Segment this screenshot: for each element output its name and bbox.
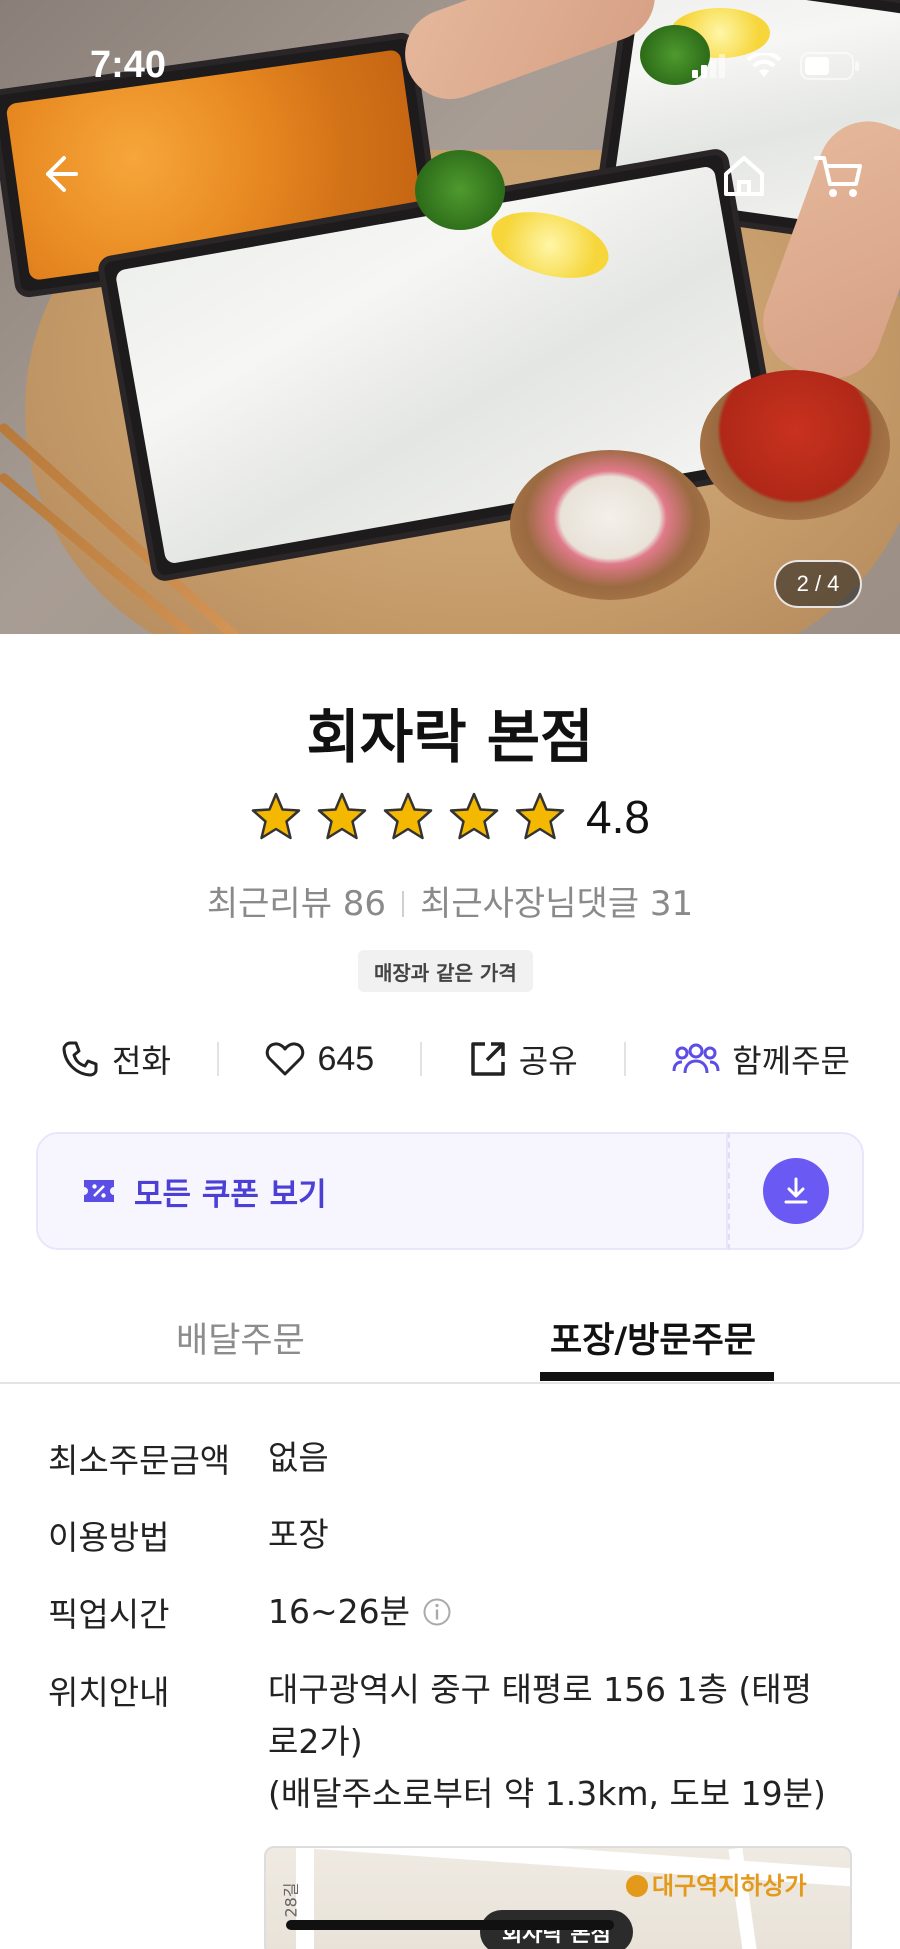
cart-icon[interactable]	[814, 152, 864, 200]
phone-icon	[62, 1041, 98, 1077]
method-value: 포장	[268, 1515, 329, 1554]
like-button[interactable]: 645	[265, 1040, 374, 1079]
divider	[402, 891, 405, 917]
star-icon	[383, 792, 433, 840]
review-summary[interactable]: 최근리뷰 86 최근사장님댓글 31	[0, 876, 900, 925]
heart-icon	[266, 1042, 305, 1076]
star-icon	[515, 792, 565, 840]
pickup-time: 16~26분	[268, 1586, 452, 1638]
min-order-value: 없음	[268, 1438, 329, 1477]
road-label: 28길	[281, 1882, 301, 1918]
owner-replies[interactable]: 최근사장님댓글 31	[420, 884, 693, 924]
poi-name: 대구역지하상가	[652, 1872, 807, 1900]
wifi-icon	[746, 53, 782, 77]
sauce-bowl	[700, 370, 890, 520]
method-label: 이용방법	[48, 1518, 170, 1557]
min-order-label: 최소주문금액	[48, 1441, 231, 1480]
coupon-label: 모든 쿠폰 보기	[134, 1176, 327, 1213]
garlic-bowl	[510, 450, 710, 600]
store-name: 회자락 본점	[306, 703, 594, 771]
home-indicator	[286, 1920, 614, 1930]
share-icon	[471, 1042, 505, 1076]
call-label: 전화	[112, 1042, 171, 1080]
image-counter: 2 / 4	[774, 560, 862, 608]
active-tab-indicator	[540, 1372, 774, 1381]
location-value: 대구광역시 중구 태평로 156 1층 (태평 로2가) (배달주소로부터 약 …	[268, 1664, 826, 1820]
signal-icon	[692, 54, 725, 78]
order-type-tabs: 배달주문 포장/방문주문	[0, 1300, 900, 1384]
location-line: 로2가)	[268, 1722, 363, 1761]
hero-image[interactable]: 7:40 2 / 4	[0, 0, 900, 634]
pickup-time-value: 16~26분	[268, 1592, 410, 1631]
recent-reviews[interactable]: 최근리뷰 86	[207, 884, 386, 924]
share-button[interactable]: 공유	[469, 1036, 578, 1082]
group-order-label: 함께주문	[732, 1042, 850, 1080]
star-icon	[317, 792, 367, 840]
tab-delivery[interactable]: 배달주문	[176, 1312, 305, 1363]
download-circle	[763, 1158, 829, 1224]
all-coupons-button[interactable]: 모든 쿠폰 보기	[36, 1132, 728, 1250]
parsley	[415, 150, 505, 230]
battery-icon	[800, 52, 859, 80]
distance-line: (배달주소로부터 약 1.3km, 도보 19분)	[268, 1774, 826, 1813]
rating-value: 4.8	[586, 791, 650, 843]
info-icon[interactable]	[422, 1597, 452, 1627]
tab-pickup[interactable]: 포장/방문주문	[550, 1312, 756, 1363]
share-label: 공유	[518, 1042, 578, 1080]
coupon-icon	[84, 1180, 114, 1202]
status-time: 7:40	[90, 44, 167, 86]
divider	[420, 1042, 423, 1076]
coupon-download-button[interactable]	[728, 1132, 864, 1250]
home-icon[interactable]	[720, 152, 768, 200]
rating-stars	[250, 791, 566, 843]
group-icon	[672, 1043, 720, 1074]
poi-marker-icon	[626, 1875, 648, 1897]
back-arrow-icon[interactable]	[36, 152, 80, 196]
star-icon	[449, 792, 499, 840]
action-bar: 전화 645 공유 함께주문	[60, 1036, 850, 1082]
pickup-time-label: 픽업시간	[48, 1595, 170, 1634]
poi-label: 대구역지하상가	[626, 1866, 807, 1901]
location-label: 위치안내	[48, 1673, 170, 1712]
call-button[interactable]: 전화	[60, 1036, 171, 1082]
status-icons	[692, 52, 860, 80]
star-icon	[251, 792, 301, 840]
location-line: 대구광역시 중구 태평로 156 1층 (태평	[268, 1670, 812, 1709]
download-icon	[784, 1177, 808, 1204]
rating-row[interactable]: 4.8	[0, 790, 900, 844]
location-map[interactable]: 28길 대구역지하상가 회자락 본점	[264, 1846, 852, 1949]
same-price-badge: 매장과 같은 가격	[358, 950, 533, 992]
group-order-button[interactable]: 함께주문	[672, 1036, 850, 1082]
like-count: 645	[317, 1039, 375, 1078]
divider	[623, 1042, 626, 1076]
divider	[217, 1042, 220, 1076]
